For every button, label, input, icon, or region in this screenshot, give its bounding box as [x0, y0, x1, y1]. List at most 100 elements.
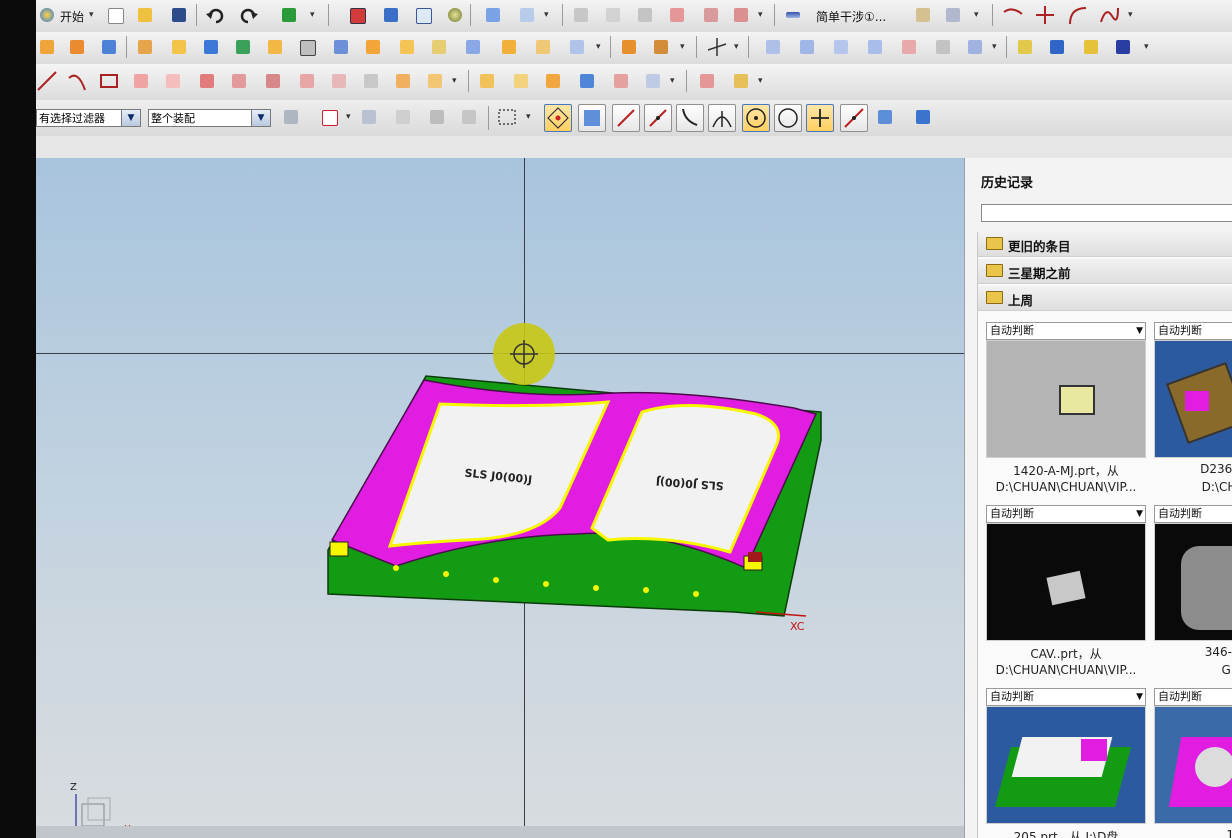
nx-logo-icon[interactable]	[36, 4, 58, 26]
start-menu-caret[interactable]: ▾	[89, 10, 94, 20]
surface-dropdown-caret[interactable]: ▾	[992, 42, 997, 52]
offset-curve-icon[interactable]	[196, 70, 218, 92]
interference-icon[interactable]	[782, 4, 804, 26]
card-view-dropdown[interactable]: 自动判断▼	[1154, 322, 1232, 340]
section-view-icon[interactable]	[516, 4, 538, 26]
card-view-dropdown[interactable]: 自动判断▼	[1154, 505, 1232, 523]
history-group-last-week[interactable]: 上周	[978, 286, 1232, 311]
save-icon[interactable]	[168, 4, 190, 26]
rectangle-select-icon[interactable]	[496, 106, 518, 128]
split-body-icon[interactable]	[532, 36, 554, 58]
edit-position-icon[interactable]	[510, 70, 532, 92]
part-list-icon[interactable]	[1014, 36, 1036, 58]
project-curve-icon[interactable]	[262, 70, 284, 92]
trim-body-icon[interactable]	[498, 36, 520, 58]
sew-icon[interactable]	[566, 36, 588, 58]
snap-arc-center-toggle[interactable]	[742, 104, 770, 132]
trim-curve-icon[interactable]	[1034, 4, 1056, 26]
datum-csys-icon[interactable]	[706, 36, 728, 58]
graphics-viewport[interactable]: SLS J0(00)J SLS J0(00)J XC Z	[36, 158, 964, 838]
part-thumbnail[interactable]	[1154, 706, 1232, 824]
open-folder-icon[interactable]	[134, 4, 156, 26]
orient-view-icon[interactable]	[482, 4, 504, 26]
studio-spline-icon[interactable]	[130, 70, 152, 92]
unsuppress-feature-icon[interactable]	[642, 70, 664, 92]
history-list[interactable]: 更旧的条目 三星期之前 上周 自动判断 ▼ 1420-A-MJ.prt，从 D:\…	[977, 232, 1232, 838]
curve-dropdown-caret[interactable]: ▾	[1128, 10, 1133, 20]
refresh-dropdown-caret[interactable]: ▾	[310, 10, 315, 20]
pad-icon[interactable]	[232, 36, 254, 58]
chevron-down-icon[interactable]: ▼	[1136, 506, 1143, 522]
bridge-curve-icon[interactable]	[228, 70, 250, 92]
pocket-icon[interactable]	[200, 36, 222, 58]
part-thumbnail[interactable]	[986, 706, 1146, 824]
undo-icon[interactable]	[204, 4, 226, 26]
snap-point-toggle[interactable]	[544, 104, 572, 132]
new-file-icon[interactable]	[104, 4, 126, 26]
snap-existing-point-toggle[interactable]	[806, 104, 834, 132]
part-thumbnail[interactable]	[986, 340, 1146, 458]
move-feature-icon[interactable]	[542, 70, 564, 92]
datum-dropdown-caret[interactable]: ▾	[734, 42, 739, 52]
attribute-icon[interactable]	[1080, 36, 1102, 58]
tools-dropdown-caret[interactable]: ▾	[1144, 42, 1149, 52]
edit-feature-icon[interactable]	[476, 70, 498, 92]
replace-face-icon[interactable]	[730, 70, 752, 92]
draft-icon[interactable]	[462, 36, 484, 58]
type-filter-dropdown[interactable]: 有选择过滤器 ▼	[36, 109, 141, 127]
polygon-icon[interactable]	[162, 70, 184, 92]
surface-icon-6[interactable]	[932, 36, 954, 58]
rectangle-icon[interactable]	[98, 70, 120, 92]
surface-icon-7[interactable]	[964, 36, 986, 58]
synchronous-dropdown-caret[interactable]: ▾	[758, 76, 763, 86]
arc-icon[interactable]	[66, 70, 88, 92]
snap-intersection-toggle[interactable]	[708, 104, 736, 132]
sphere-view-icon[interactable]	[444, 4, 466, 26]
shaded-view-icon[interactable]	[380, 4, 402, 26]
part-thumbnail[interactable]	[1154, 340, 1232, 458]
redo-icon[interactable]	[238, 4, 260, 26]
move-component-icon[interactable]	[700, 4, 722, 26]
snap-quadrant-toggle[interactable]	[774, 104, 802, 132]
measure-icon[interactable]	[912, 4, 934, 26]
analysis-dropdown-caret[interactable]: ▾	[974, 10, 979, 20]
card-view-dropdown[interactable]: 自动判断▼	[986, 322, 1146, 340]
snap-settings-toggle[interactable]	[578, 104, 606, 132]
fit-view-icon[interactable]	[346, 4, 368, 26]
edit-feature-dropdown-caret[interactable]: ▾	[670, 76, 675, 86]
rectangle-select-caret[interactable]: ▾	[526, 112, 531, 122]
surface-icon-2[interactable]	[796, 36, 818, 58]
history-search-input[interactable]	[981, 204, 1232, 222]
isoparametric-icon[interactable]	[360, 70, 382, 92]
offset-face-icon[interactable]	[428, 36, 450, 58]
assembly-dropdown-caret[interactable]: ▾	[758, 10, 763, 20]
edge-blend-icon[interactable]	[362, 36, 384, 58]
history-group-three-weeks[interactable]: 三星期之前	[978, 259, 1232, 284]
card-view-dropdown[interactable]: 自动判断▼	[1154, 688, 1232, 706]
subtract-icon[interactable]	[650, 36, 672, 58]
revolve-icon[interactable]	[66, 36, 88, 58]
hole-icon[interactable]	[134, 36, 156, 58]
card-view-dropdown[interactable]: 自动判断▼	[986, 688, 1146, 706]
info-icon[interactable]	[1046, 36, 1068, 58]
wireframe-view-icon[interactable]	[412, 4, 434, 26]
boss-icon[interactable]	[168, 36, 190, 58]
selection-dropdown-caret[interactable]: ▾	[346, 112, 351, 122]
surface-icon-1[interactable]	[762, 36, 784, 58]
layer-icon[interactable]	[570, 4, 592, 26]
refresh-icon[interactable]	[278, 4, 300, 26]
section-curve-icon[interactable]	[328, 70, 350, 92]
constraint-icon[interactable]	[666, 4, 688, 26]
part-thumbnail[interactable]	[1154, 523, 1232, 641]
surface-icon-3[interactable]	[830, 36, 852, 58]
reposition-icon[interactable]	[730, 4, 752, 26]
pnc-icon[interactable]	[1112, 36, 1134, 58]
simple-interference-label[interactable]: 简单干涉①...	[816, 8, 886, 25]
surface-icon-5[interactable]	[898, 36, 920, 58]
snap-control-point-toggle[interactable]	[676, 104, 704, 132]
assembly-tool-icon[interactable]	[602, 4, 624, 26]
boolean-dropdown-caret[interactable]: ▾	[680, 42, 685, 52]
view-dropdown-caret[interactable]: ▾	[544, 10, 549, 20]
spline-icon[interactable]	[1098, 4, 1120, 26]
slot-icon[interactable]	[264, 36, 286, 58]
